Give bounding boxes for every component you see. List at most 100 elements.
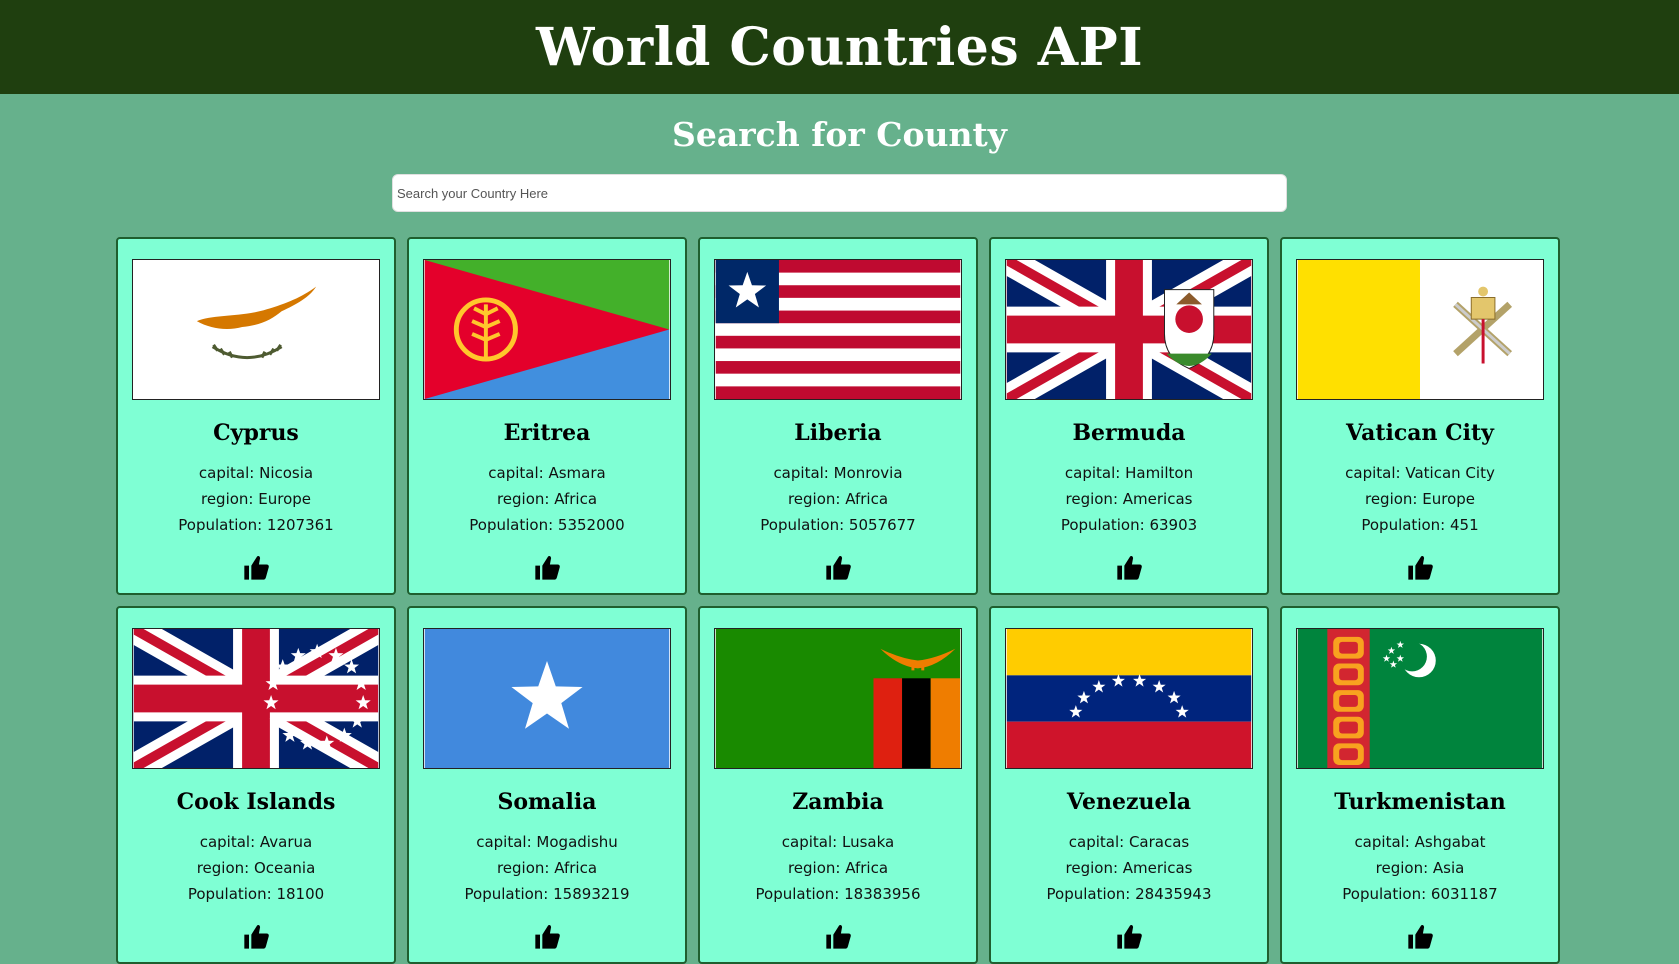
country-grid: Cyprus capital: Nicosia region: Europe P… bbox=[116, 237, 1560, 964]
capital-label: capital: bbox=[476, 833, 537, 851]
population-value: 5057677 bbox=[848, 516, 916, 534]
thumbs-up-icon[interactable] bbox=[1114, 554, 1144, 582]
country-info: capital: Monrovia region: Africa Populat… bbox=[760, 460, 915, 538]
region-line: region: Americas bbox=[1061, 486, 1197, 512]
region-value: Africa bbox=[554, 490, 598, 508]
region-line: region: Africa bbox=[756, 855, 921, 881]
country-card: Vatican City capital: Vatican City regio… bbox=[1280, 237, 1560, 595]
population-value: 28435943 bbox=[1135, 885, 1212, 903]
country-card: Turkmenistan capital: Ashgabat region: A… bbox=[1280, 606, 1560, 964]
search-input[interactable] bbox=[392, 174, 1287, 212]
region-value: Americas bbox=[1122, 859, 1193, 877]
population-label: Population: bbox=[464, 885, 554, 903]
thumbs-up-icon[interactable] bbox=[1405, 554, 1435, 582]
population-line: Population: 1207361 bbox=[178, 512, 333, 538]
country-name: Somalia bbox=[497, 789, 597, 815]
thumbs-up-icon[interactable] bbox=[532, 554, 562, 582]
country-card: Cyprus capital: Nicosia region: Europe P… bbox=[116, 237, 396, 595]
capital-line: capital: Mogadishu bbox=[465, 829, 630, 855]
country-info: capital: Nicosia region: Europe Populati… bbox=[178, 460, 333, 538]
flag-image bbox=[1005, 628, 1253, 769]
country-info: capital: Hamilton region: Americas Popul… bbox=[1061, 460, 1197, 538]
country-card: Eritrea capital: Asmara region: Africa P… bbox=[407, 237, 687, 595]
country-name: Vatican City bbox=[1346, 420, 1494, 446]
country-name: Turkmenistan bbox=[1334, 789, 1506, 815]
country-name: Liberia bbox=[794, 420, 882, 446]
region-line: region: Africa bbox=[465, 855, 630, 881]
population-value: 63903 bbox=[1149, 516, 1198, 534]
region-line: region: Americas bbox=[1047, 855, 1212, 881]
country-info: capital: Avarua region: Oceania Populati… bbox=[188, 829, 324, 907]
thumbs-up-icon[interactable] bbox=[823, 554, 853, 582]
capital-line: capital: Nicosia bbox=[178, 460, 333, 486]
region-line: region: Oceania bbox=[188, 855, 324, 881]
population-line: Population: 63903 bbox=[1061, 512, 1197, 538]
country-info: capital: Vatican City region: Europe Pop… bbox=[1345, 460, 1495, 538]
capital-value: Mogadishu bbox=[536, 833, 618, 851]
population-value: 18383956 bbox=[844, 885, 921, 903]
population-line: Population: 451 bbox=[1345, 512, 1495, 538]
region-value: Europe bbox=[258, 490, 311, 508]
region-label: region: bbox=[196, 859, 254, 877]
region-label: region: bbox=[787, 859, 846, 877]
country-card: Bermuda capital: Hamilton region: Americ… bbox=[989, 237, 1269, 595]
thumbs-up-icon[interactable] bbox=[1405, 923, 1435, 951]
capital-label: capital: bbox=[198, 464, 260, 482]
capital-value: Hamilton bbox=[1125, 464, 1194, 482]
population-label: Population: bbox=[755, 885, 845, 903]
thumbs-up-icon[interactable] bbox=[823, 923, 853, 951]
flag-image bbox=[1296, 259, 1544, 400]
region-value: Africa bbox=[554, 859, 598, 877]
population-value: 451 bbox=[1450, 516, 1479, 534]
capital-line: capital: Asmara bbox=[469, 460, 624, 486]
capital-value: Ashgabat bbox=[1414, 833, 1486, 851]
flag-image bbox=[423, 628, 671, 769]
capital-value: Avarua bbox=[259, 833, 313, 851]
app-header: World Countries API bbox=[0, 0, 1679, 94]
capital-line: capital: Lusaka bbox=[756, 829, 921, 855]
country-card: Venezuela capital: Caracas region: Ameri… bbox=[989, 606, 1269, 964]
capital-value: Lusaka bbox=[841, 833, 895, 851]
population-value: 5352000 bbox=[557, 516, 625, 534]
population-label: Population: bbox=[760, 516, 849, 534]
region-label: region: bbox=[200, 490, 259, 508]
flag-image bbox=[132, 628, 380, 769]
region-label: region: bbox=[1375, 859, 1433, 877]
capital-line: capital: Caracas bbox=[1047, 829, 1212, 855]
flag-image bbox=[1005, 259, 1253, 400]
capital-line: capital: Vatican City bbox=[1345, 460, 1495, 486]
country-card: Somalia capital: Mogadishu region: Afric… bbox=[407, 606, 687, 964]
country-card: Cook Islands capital: Avarua region: Oce… bbox=[116, 606, 396, 964]
thumbs-up-icon[interactable] bbox=[532, 923, 562, 951]
population-label: Population: bbox=[469, 516, 558, 534]
country-name: Cook Islands bbox=[176, 789, 336, 815]
capital-line: capital: Hamilton bbox=[1061, 460, 1197, 486]
region-line: region: Europe bbox=[178, 486, 333, 512]
region-label: region: bbox=[496, 490, 555, 508]
population-value: 15893219 bbox=[553, 885, 630, 903]
capital-value: Asmara bbox=[548, 464, 606, 482]
population-line: Population: 5352000 bbox=[469, 512, 624, 538]
region-label: region: bbox=[1065, 859, 1123, 877]
population-label: Population: bbox=[1342, 885, 1431, 903]
search-heading: Search for County bbox=[672, 115, 1007, 154]
region-label: region: bbox=[787, 490, 846, 508]
capital-label: capital: bbox=[781, 833, 842, 851]
region-value: Europe bbox=[1422, 490, 1475, 508]
country-info: capital: Caracas region: Americas Popula… bbox=[1047, 829, 1212, 907]
population-value: 6031187 bbox=[1430, 885, 1498, 903]
population-label: Population: bbox=[1046, 885, 1136, 903]
population-line: Population: 18383956 bbox=[756, 881, 921, 907]
population-label: Population: bbox=[1060, 516, 1150, 534]
thumbs-up-icon[interactable] bbox=[241, 923, 271, 951]
region-value: Africa bbox=[845, 859, 889, 877]
capital-line: capital: Monrovia bbox=[760, 460, 915, 486]
capital-label: capital: bbox=[488, 464, 549, 482]
thumbs-up-icon[interactable] bbox=[241, 554, 271, 582]
region-value: Americas bbox=[1122, 490, 1193, 508]
population-line: Population: 18100 bbox=[188, 881, 324, 907]
thumbs-up-icon[interactable] bbox=[1114, 923, 1144, 951]
country-card: Liberia capital: Monrovia region: Africa… bbox=[698, 237, 978, 595]
flag-image bbox=[714, 628, 962, 769]
population-line: Population: 15893219 bbox=[465, 881, 630, 907]
